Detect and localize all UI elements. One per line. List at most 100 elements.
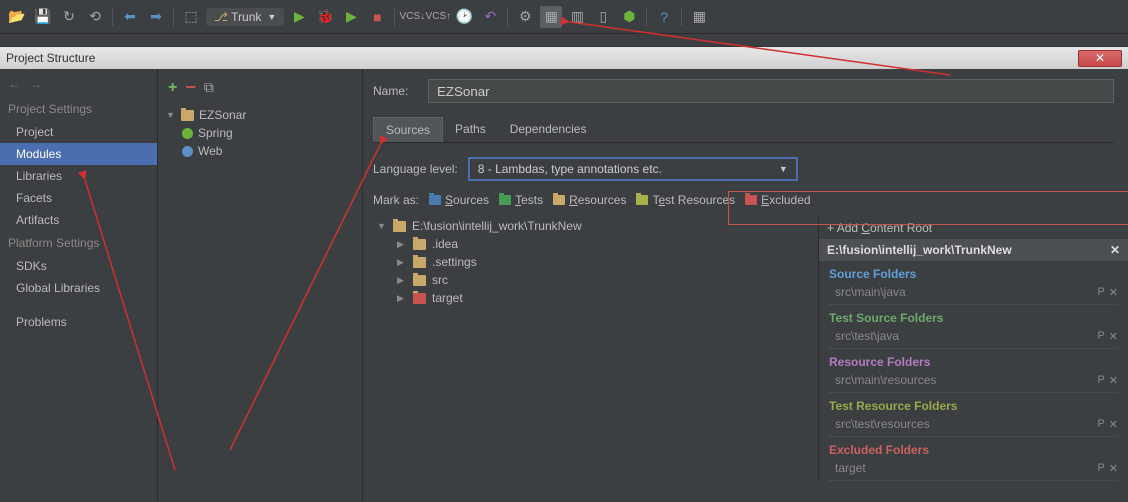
remove-folder-icon[interactable]: ✕ xyxy=(1109,418,1118,431)
section-item[interactable]: src\test\javaP✕ xyxy=(829,327,1118,349)
content-root-path: E:\fusion\intellij_work\TrunkNew ✕ xyxy=(819,239,1128,261)
sdk-icon[interactable]: ▥ xyxy=(566,6,588,28)
open-icon[interactable]: 📂 xyxy=(6,6,28,28)
mark-test-resources-button[interactable]: Test Resources xyxy=(636,193,735,207)
close-button[interactable]: ✕ xyxy=(1078,50,1122,67)
sidebar-item-project[interactable]: Project xyxy=(0,121,157,143)
sidebar-heading-platform: Platform Settings xyxy=(0,231,157,255)
mark-as-label: Mark as: xyxy=(373,193,419,207)
copy-module-button[interactable]: ⧉ xyxy=(204,79,214,96)
module-tree: + − ⧉ ▼ EZSonar Spring Web xyxy=(158,69,363,502)
edit-properties-icon[interactable]: P xyxy=(1097,418,1104,431)
mark-tests-button[interactable]: Tests xyxy=(499,193,543,207)
mark-sources-button[interactable]: SSourcesources xyxy=(429,193,489,207)
edit-properties-icon[interactable]: P xyxy=(1097,462,1104,475)
history-icon[interactable]: 🕑 xyxy=(453,6,475,28)
edit-properties-icon[interactable]: P xyxy=(1097,286,1104,299)
module-detail-panel: Name: Sources Paths Dependencies Languag… xyxy=(363,69,1128,502)
remove-folder-icon[interactable]: ✕ xyxy=(1109,462,1118,475)
dir-target[interactable]: ▶target xyxy=(373,289,818,307)
remove-folder-icon[interactable]: ✕ xyxy=(1109,330,1118,343)
sidebar-item-global-libs[interactable]: Global Libraries xyxy=(0,277,157,299)
tab-dependencies[interactable]: Dependencies xyxy=(498,117,599,142)
content-root-section: Test Source Folderssrc\test\javaP✕ xyxy=(819,305,1128,349)
module-node-web[interactable]: Web xyxy=(164,142,356,160)
sidebar-item-problems[interactable]: Problems xyxy=(0,311,157,333)
help-icon[interactable]: ? xyxy=(653,6,675,28)
remove-content-root-icon[interactable]: ✕ xyxy=(1110,243,1120,257)
plugin-icon[interactable]: ▦ xyxy=(688,6,710,28)
module-name-input[interactable] xyxy=(428,79,1114,103)
section-item[interactable]: src\main\javaP✕ xyxy=(829,283,1118,305)
name-label: Name: xyxy=(373,84,418,98)
vcs-commit-icon[interactable]: VCS↑ xyxy=(427,6,449,28)
ide-toolbar: 📂 💾 ↻ ⟲ ⬅ ➡ ⬚ ⎇ Trunk▼ ▶ 🐞 ▶ ■ VCS↓ VCS↑… xyxy=(0,0,1128,34)
section-title: Test Resource Folders xyxy=(829,397,1118,415)
sidebar-item-artifacts[interactable]: Artifacts xyxy=(0,209,157,231)
device-icon[interactable]: ▯ xyxy=(592,6,614,28)
vcs-update-icon[interactable]: VCS↓ xyxy=(401,6,423,28)
save-all-icon[interactable]: 💾 xyxy=(32,6,54,28)
dialog-titlebar: Project Structure ✕ xyxy=(0,47,1128,69)
undo-arrow-icon[interactable]: ⬅ xyxy=(119,6,141,28)
dir-src[interactable]: ▶src xyxy=(373,271,818,289)
edit-properties-icon[interactable]: P xyxy=(1097,374,1104,387)
run-icon[interactable]: ▶ xyxy=(288,6,310,28)
sidebar-heading-project: Project Settings xyxy=(0,97,157,121)
binary-icon[interactable]: ⬚ xyxy=(180,6,202,28)
redo-arrow-icon[interactable]: ➡ xyxy=(145,6,167,28)
debug-icon[interactable]: 🐞 xyxy=(314,6,336,28)
language-level-label: Language level: xyxy=(373,162,458,176)
add-content-root-button[interactable]: + Add Content Root xyxy=(819,217,1128,239)
nav-fwd-icon[interactable]: → xyxy=(30,77,42,91)
stop-icon[interactable]: ■ xyxy=(366,6,388,28)
sidebar-item-modules[interactable]: Modules xyxy=(0,143,157,165)
mark-as-row: Mark as: SSourcesources Tests Resources … xyxy=(373,193,1114,207)
sidebar-item-sdks[interactable]: SDKs xyxy=(0,255,157,277)
nav-back-icon[interactable]: ← xyxy=(8,77,20,91)
dir-settings[interactable]: ▶.settings xyxy=(373,253,818,271)
content-root-panel: + Add Content Root E:\fusion\intellij_wo… xyxy=(818,217,1128,481)
android-icon[interactable]: ⬢ xyxy=(618,6,640,28)
content-root-section: Resource Folderssrc\main\resourcesP✕ xyxy=(819,349,1128,393)
tab-paths[interactable]: Paths xyxy=(443,117,498,142)
dialog-title: Project Structure xyxy=(6,51,95,65)
spring-icon xyxy=(182,128,193,139)
section-title: Excluded Folders xyxy=(829,441,1118,459)
source-dir-tree: ▼E:\fusion\intellij_work\TrunkNew ▶.idea… xyxy=(373,217,818,481)
sync-icon[interactable]: ⟲ xyxy=(84,6,106,28)
content-root-section: Excluded FolderstargetP✕ xyxy=(819,437,1128,481)
module-node-root[interactable]: ▼ EZSonar xyxy=(164,106,356,124)
project-structure-icon[interactable]: ▦ xyxy=(540,6,562,28)
dir-idea[interactable]: ▶.idea xyxy=(373,235,818,253)
content-root-section: Source Folderssrc\main\javaP✕ xyxy=(819,261,1128,305)
remove-module-button[interactable]: − xyxy=(185,77,196,98)
remove-folder-icon[interactable]: ✕ xyxy=(1109,286,1118,299)
edit-properties-icon[interactable]: P xyxy=(1097,330,1104,343)
mark-excluded-button[interactable]: Excluded xyxy=(745,193,810,207)
revert-icon[interactable]: ↶ xyxy=(479,6,501,28)
dir-root[interactable]: ▼E:\fusion\intellij_work\TrunkNew xyxy=(373,217,818,235)
tab-sources[interactable]: Sources xyxy=(373,117,443,142)
section-item[interactable]: targetP✕ xyxy=(829,459,1118,481)
module-tabs: Sources Paths Dependencies xyxy=(373,117,1114,143)
module-node-spring[interactable]: Spring xyxy=(164,124,356,142)
settings-icon[interactable]: ⚙ xyxy=(514,6,536,28)
mark-resources-button[interactable]: Resources xyxy=(553,193,626,207)
web-icon xyxy=(182,146,193,157)
sidebar-item-facets[interactable]: Facets xyxy=(0,187,157,209)
language-level-select[interactable]: 8 - Lambdas, type annotations etc.▼ xyxy=(468,157,798,181)
coverage-icon[interactable]: ▶ xyxy=(340,6,362,28)
section-title: Resource Folders xyxy=(829,353,1118,371)
add-module-button[interactable]: + xyxy=(168,79,177,97)
remove-folder-icon[interactable]: ✕ xyxy=(1109,374,1118,387)
section-item[interactable]: src\main\resourcesP✕ xyxy=(829,371,1118,393)
refresh-icon[interactable]: ↻ xyxy=(58,6,80,28)
sidebar-item-libraries[interactable]: Libraries xyxy=(0,165,157,187)
editor-tab-strip xyxy=(0,34,1128,47)
branch-selector[interactable]: ⎇ Trunk▼ xyxy=(206,8,284,26)
dialog-body: ← → Project Settings Project Modules Lib… xyxy=(0,69,1128,502)
section-title: Test Source Folders xyxy=(829,309,1118,327)
section-title: Source Folders xyxy=(829,265,1118,283)
section-item[interactable]: src\test\resourcesP✕ xyxy=(829,415,1118,437)
